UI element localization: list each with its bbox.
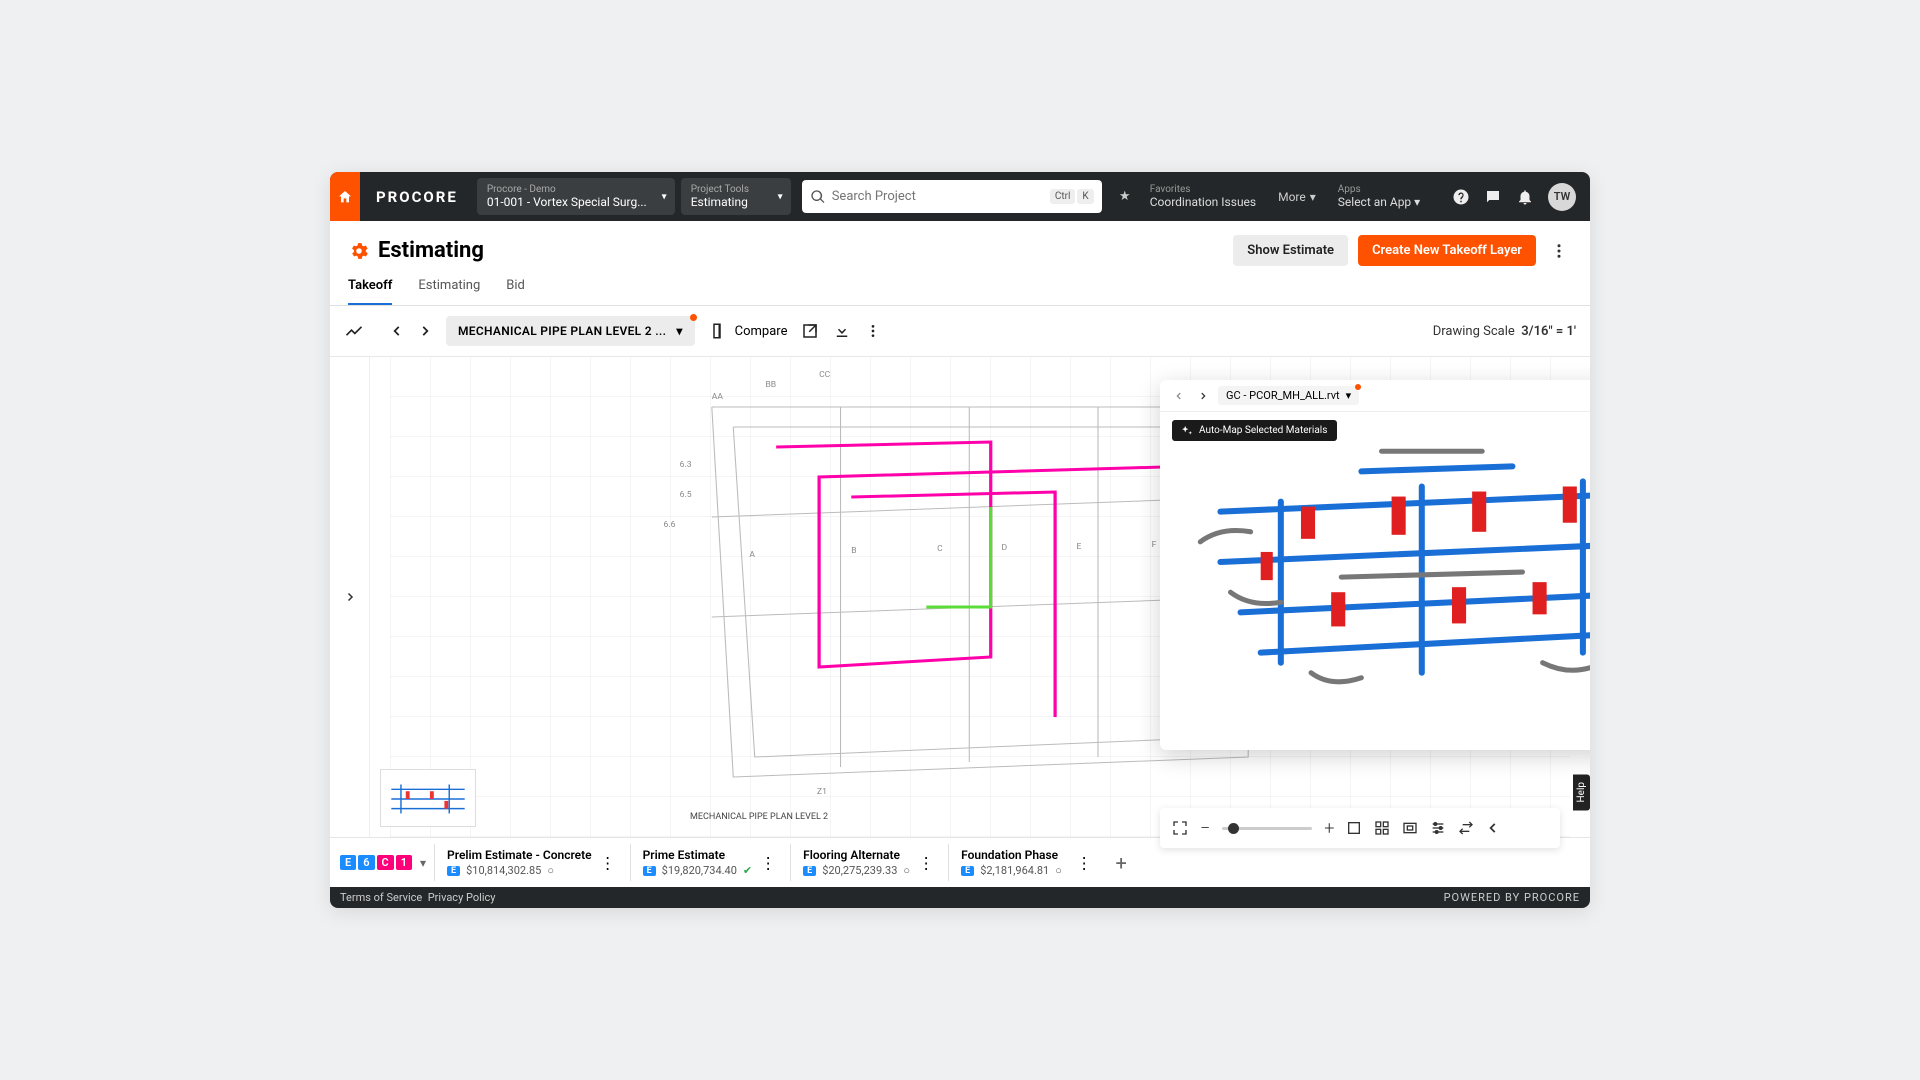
zoom-in-icon[interactable]: + bbox=[1324, 818, 1334, 839]
drawing-thumbnail[interactable] bbox=[380, 769, 476, 827]
search-icon bbox=[810, 189, 826, 205]
open-external-icon[interactable] bbox=[801, 322, 819, 340]
estimate-badges[interactable]: E 6 C 1 ▾ bbox=[340, 855, 426, 870]
next-drawing-button[interactable] bbox=[414, 320, 436, 342]
chevron-down-icon: ▾ bbox=[1346, 389, 1352, 402]
tools-value: Estimating bbox=[691, 195, 763, 209]
zoom-out-icon[interactable]: − bbox=[1200, 818, 1210, 839]
frame-icon[interactable] bbox=[1402, 820, 1418, 836]
compare-icon[interactable]: Compare bbox=[711, 322, 788, 340]
kbd-k: K bbox=[1077, 189, 1093, 204]
help-tab[interactable]: Help bbox=[1573, 774, 1590, 810]
collapse-icon[interactable] bbox=[1486, 821, 1500, 835]
drawing-scale: Drawing Scale 3/16" = 1' bbox=[1433, 324, 1576, 339]
privacy-link[interactable]: Privacy Policy bbox=[428, 891, 496, 904]
left-rail-expand[interactable] bbox=[330, 357, 370, 837]
card-overflow-icon[interactable]: ⋮ bbox=[1076, 853, 1092, 872]
estimate-card[interactable]: Prime Estimate E$19,820,734.40✔ ⋮ bbox=[630, 844, 783, 881]
zoom-controls: − + bbox=[1160, 808, 1560, 848]
settings-icon[interactable] bbox=[1430, 820, 1446, 836]
unsaved-indicator-icon bbox=[690, 314, 697, 321]
search-input[interactable] bbox=[826, 183, 1048, 210]
panel-next-icon[interactable] bbox=[1194, 387, 1212, 405]
top-nav: PROCORE Procore - Demo 01-001 - Vortex S… bbox=[330, 172, 1590, 221]
estimate-card[interactable]: Prelim Estimate - Concrete E$10,814,302.… bbox=[434, 844, 622, 881]
zoom-slider[interactable] bbox=[1222, 827, 1312, 830]
chat-icon[interactable] bbox=[1484, 188, 1502, 206]
svg-text:6.3: 6.3 bbox=[680, 460, 692, 470]
fullscreen-icon[interactable] bbox=[1172, 820, 1188, 836]
more-dropdown[interactable]: More ▾ bbox=[1266, 172, 1328, 221]
chevron-down-icon: ▾ bbox=[676, 324, 682, 338]
svg-text:6.6: 6.6 bbox=[664, 520, 676, 530]
gear-icon bbox=[348, 240, 370, 262]
tabs: Takeoff Estimating Bid bbox=[330, 266, 1590, 306]
model-3d-panel: GC - PCOR_MH_ALL.rvt ▾ Auto-Map Selected… bbox=[1160, 380, 1590, 750]
download-icon[interactable] bbox=[833, 322, 851, 340]
project-label: Procore - Demo bbox=[487, 184, 647, 195]
add-estimate-button[interactable]: + bbox=[1106, 851, 1136, 875]
tab-takeoff[interactable]: Takeoff bbox=[348, 278, 392, 305]
tab-bid[interactable]: Bid bbox=[506, 278, 525, 305]
favorite-star-icon[interactable]: ★ bbox=[1110, 172, 1140, 221]
search-box[interactable]: Ctrl K bbox=[802, 180, 1102, 213]
tab-estimating[interactable]: Estimating bbox=[418, 278, 480, 305]
app-logo: PROCORE bbox=[360, 172, 474, 221]
kbd-ctrl: Ctrl bbox=[1050, 189, 1076, 204]
drawing-selector[interactable]: MECHANICAL PIPE PLAN LEVEL 2 ... ▾ bbox=[446, 316, 695, 346]
svg-text:E: E bbox=[1077, 542, 1082, 552]
measure-tool-icon[interactable] bbox=[344, 321, 376, 341]
card-overflow-icon[interactable]: ⋮ bbox=[918, 853, 934, 872]
swap-icon[interactable] bbox=[1458, 820, 1474, 836]
apps-dropdown[interactable]: Apps Select an App ▾ bbox=[1328, 172, 1430, 221]
show-estimate-button[interactable]: Show Estimate bbox=[1233, 235, 1348, 266]
favorites-link[interactable]: Favorites Coordination Issues bbox=[1140, 172, 1266, 221]
bell-icon[interactable] bbox=[1516, 188, 1534, 206]
svg-text:F: F bbox=[1152, 540, 1157, 550]
powered-by: POWERED BY PROCORE bbox=[1444, 891, 1580, 904]
card-overflow-icon[interactable]: ⋮ bbox=[600, 853, 616, 872]
drawing-toolbar: MECHANICAL PIPE PLAN LEVEL 2 ... ▾ Compa… bbox=[330, 306, 1590, 357]
toolbar-overflow-icon[interactable] bbox=[865, 323, 881, 339]
check-icon: ✔ bbox=[743, 864, 752, 877]
create-takeoff-layer-button[interactable]: Create New Takeoff Layer bbox=[1358, 235, 1536, 266]
svg-text:Z1: Z1 bbox=[817, 787, 827, 797]
panel-prev-icon[interactable] bbox=[1170, 387, 1188, 405]
page-title: Estimating bbox=[378, 238, 484, 263]
overflow-menu-icon[interactable] bbox=[1546, 238, 1572, 264]
fit-icon[interactable] bbox=[1346, 820, 1362, 836]
page-header: Estimating Show Estimate Create New Take… bbox=[330, 221, 1590, 266]
help-icon[interactable] bbox=[1452, 188, 1470, 206]
tools-dropdown[interactable]: Project Tools Estimating bbox=[681, 178, 791, 215]
model-file-dropdown[interactable]: GC - PCOR_MH_ALL.rvt ▾ bbox=[1218, 386, 1359, 405]
tools-label: Project Tools bbox=[691, 184, 763, 195]
model-3d-viewport[interactable] bbox=[1160, 410, 1590, 714]
svg-text:6.5: 6.5 bbox=[680, 490, 692, 500]
svg-text:A: A bbox=[749, 550, 755, 560]
prev-drawing-button[interactable] bbox=[386, 320, 408, 342]
svg-text:D: D bbox=[1001, 543, 1007, 553]
project-dropdown[interactable]: Procore - Demo 01-001 - Vortex Special S… bbox=[477, 178, 675, 215]
svg-text:AA: AA bbox=[712, 392, 724, 402]
user-avatar[interactable]: TW bbox=[1548, 183, 1576, 211]
svg-text:BB: BB bbox=[765, 380, 776, 390]
card-overflow-icon[interactable]: ⋮ bbox=[760, 853, 776, 872]
svg-text:CC: CC bbox=[819, 370, 831, 380]
estimate-card[interactable]: Flooring Alternate E$20,275,239.33○ ⋮ bbox=[790, 844, 940, 881]
estimate-card[interactable]: Foundation Phase E$2,181,964.81○ ⋮ bbox=[948, 844, 1098, 881]
grid-icon[interactable] bbox=[1374, 820, 1390, 836]
footer: Terms of Service Privacy Policy POWERED … bbox=[330, 887, 1590, 908]
project-value: 01-001 - Vortex Special Surg... bbox=[487, 195, 647, 209]
unsaved-indicator-icon bbox=[1355, 384, 1361, 390]
svg-text:C: C bbox=[937, 544, 943, 554]
terms-link[interactable]: Terms of Service bbox=[340, 891, 422, 904]
svg-text:B: B bbox=[851, 546, 856, 556]
home-button[interactable] bbox=[330, 172, 360, 221]
app-window: PROCORE Procore - Demo 01-001 - Vortex S… bbox=[330, 172, 1590, 908]
chevron-down-icon[interactable]: ▾ bbox=[420, 856, 426, 870]
plan-caption: MECHANICAL PIPE PLAN LEVEL 2 bbox=[690, 812, 828, 822]
